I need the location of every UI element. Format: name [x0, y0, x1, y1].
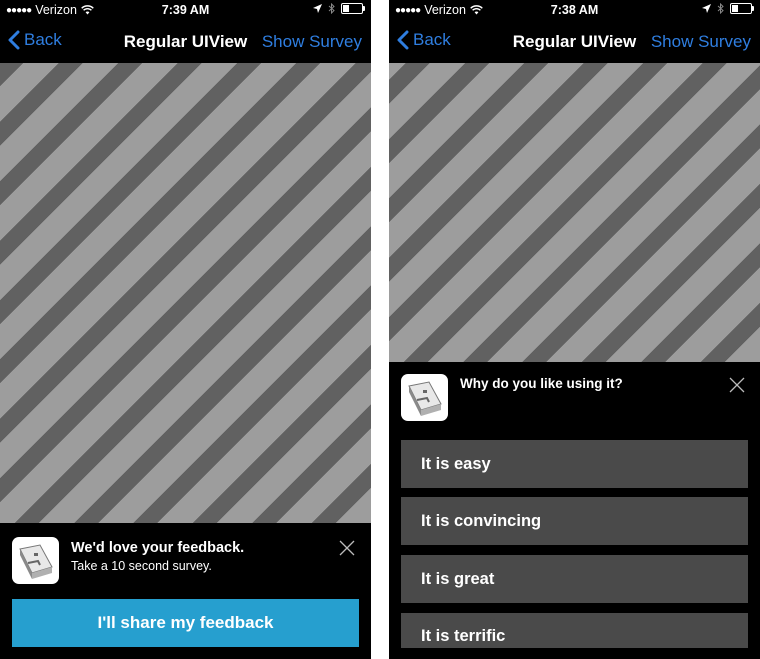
location-arrow-icon: [702, 4, 711, 13]
answer-option[interactable]: It is convincing: [401, 497, 748, 545]
striped-background-view: [389, 63, 760, 362]
chevron-left-icon: [8, 30, 20, 50]
back-button[interactable]: Back: [8, 30, 62, 50]
share-feedback-button[interactable]: I'll share my feedback: [12, 599, 359, 647]
back-label: Back: [24, 30, 62, 49]
bluetooth-icon: [717, 3, 724, 14]
back-button[interactable]: Back: [397, 30, 451, 50]
survey-question: Why do you like using it?: [460, 376, 623, 391]
answer-option[interactable]: It is great: [401, 555, 748, 603]
answer-option[interactable]: It is easy: [401, 440, 748, 488]
striped-background-view: [0, 63, 371, 523]
status-bar: ●●●●● Verizon 7:39 AM: [0, 0, 371, 20]
chevron-left-icon: [397, 30, 409, 50]
answer-option[interactable]: It is terrific: [401, 613, 748, 648]
status-bar: ●●●●● Verizon 7:38 AM: [389, 0, 760, 20]
prompt-title: We'd love your feedback.: [71, 540, 245, 556]
bluetooth-icon: [328, 3, 335, 14]
battery-icon: [730, 3, 754, 14]
close-icon[interactable]: [339, 540, 355, 556]
location-arrow-icon: [313, 4, 322, 13]
prompt-subtitle: Take a 10 second survey.: [71, 559, 212, 573]
close-icon[interactable]: [729, 377, 745, 393]
navigation-bar: Back Regular UIView Show Survey: [0, 20, 371, 63]
phone-screen-survey-question: ●●●●● Verizon 7:38 AM Back Regular UIVie…: [389, 0, 760, 659]
status-indicators: [313, 3, 365, 14]
app-logo-icon: [12, 537, 59, 584]
show-survey-button[interactable]: Show Survey: [262, 32, 362, 52]
navigation-bar: Back Regular UIView Show Survey: [389, 20, 760, 63]
app-logo-icon: [401, 374, 448, 421]
back-label: Back: [413, 30, 451, 49]
show-survey-button[interactable]: Show Survey: [651, 32, 751, 52]
phone-screen-feedback-prompt: ●●●●● Verizon 7:39 AM Back Regular UIVie…: [0, 0, 371, 659]
status-indicators: [702, 3, 754, 14]
battery-icon: [341, 3, 365, 14]
